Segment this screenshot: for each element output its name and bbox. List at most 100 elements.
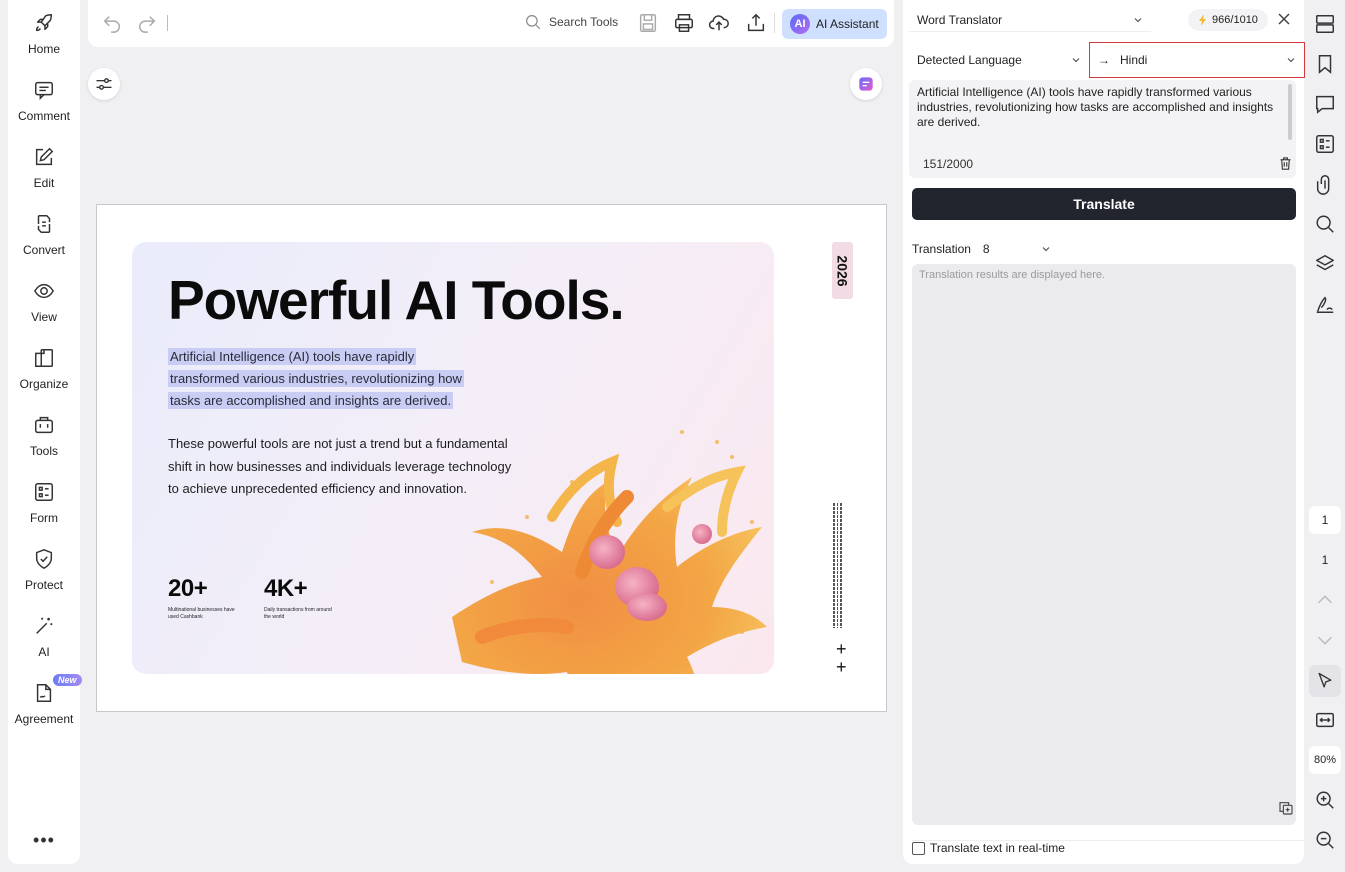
plus-mark: + xyxy=(836,657,847,677)
char-count: 151/2000 xyxy=(923,157,974,171)
language-row: Detected Language → Hindi xyxy=(909,42,1305,78)
sidebar-item-protect[interactable]: Protect xyxy=(8,536,80,598)
ai-chat-button[interactable] xyxy=(850,68,882,100)
ai-logo-icon: AI xyxy=(790,14,810,34)
ai-chat-icon xyxy=(859,77,873,91)
more-button[interactable]: ••• xyxy=(8,828,80,852)
select-tool-button[interactable] xyxy=(1309,665,1341,697)
search-tools-button[interactable]: Search Tools xyxy=(524,13,618,31)
year-label: 2026 xyxy=(834,254,851,287)
source-scrollbar[interactable] xyxy=(1288,84,1292,140)
sidebar-item-label: Protect xyxy=(24,578,63,592)
undo-icon[interactable] xyxy=(101,12,123,34)
source-language-select[interactable]: Detected Language xyxy=(909,44,1089,76)
share-icon[interactable] xyxy=(745,12,767,34)
trash-icon[interactable] xyxy=(1278,156,1293,171)
sidebar-item-label: Home xyxy=(27,42,60,56)
stat-businesses: 20+ Multinational businesses have used C… xyxy=(168,575,238,621)
sidebar-item-form[interactable]: Form xyxy=(8,469,80,531)
translator-tool-select[interactable]: Word Translator xyxy=(909,8,1151,32)
tool-select-value: Word Translator xyxy=(917,12,1003,27)
stat-description: Multinational businesses have used Cashb… xyxy=(168,607,235,620)
zoom-level[interactable]: 80% xyxy=(1309,746,1341,774)
thumbnails-icon[interactable] xyxy=(1314,13,1336,35)
organize-icon xyxy=(33,347,55,369)
shield-icon xyxy=(33,548,55,570)
search-icon xyxy=(524,13,542,31)
sidebar-item-home[interactable]: Home xyxy=(8,0,80,62)
current-page-input[interactable]: 1 xyxy=(1309,506,1341,534)
sidebar-item-comment[interactable]: Comment xyxy=(8,67,80,129)
arrow-right-icon: → xyxy=(1098,53,1110,67)
translator-panel: Word Translator 966/1010 Detected Langua… xyxy=(903,0,1305,864)
rocket-icon xyxy=(33,12,55,34)
vertical-fine-print xyxy=(833,503,845,628)
sidebar-item-agreement[interactable]: New Agreement xyxy=(8,670,82,732)
zoom-in-icon[interactable] xyxy=(1314,789,1336,811)
document-title: Powerful AI Tools. xyxy=(168,269,625,331)
chevron-down-icon xyxy=(1042,247,1050,252)
copy-icon[interactable] xyxy=(1278,800,1294,816)
sidebar-item-edit[interactable]: Edit xyxy=(8,134,80,196)
source-text-area[interactable]: Artificial Intelligence (AI) tools have … xyxy=(909,80,1296,178)
chevron-up-icon[interactable] xyxy=(1314,589,1336,611)
target-language-value: Hindi xyxy=(1120,53,1148,67)
save-icon[interactable] xyxy=(637,12,659,34)
left-sidebar: Home Comment Edit Convert View Organize xyxy=(8,0,82,864)
close-icon[interactable] xyxy=(1276,11,1292,27)
stat-transactions: 4K+ Daily transactions from around the w… xyxy=(264,575,334,621)
toolbar-divider xyxy=(774,13,775,33)
coral-illustration xyxy=(452,430,767,674)
result-placeholder: Translation results are displayed here. xyxy=(919,269,1106,281)
realtime-checkbox[interactable] xyxy=(912,841,925,855)
sidebar-item-tools[interactable]: Tools xyxy=(8,402,80,464)
signature-icon[interactable] xyxy=(1314,293,1336,315)
layers-icon[interactable] xyxy=(1314,253,1336,275)
realtime-label: Translate text in real-time xyxy=(930,841,1065,855)
sidebar-item-label: Edit xyxy=(33,176,55,190)
ai-assistant-button[interactable]: AI AI Assistant xyxy=(782,9,887,39)
comment-icon[interactable] xyxy=(1314,93,1336,115)
sidebar-item-view[interactable]: View xyxy=(8,268,80,330)
cloud-upload-icon[interactable] xyxy=(708,12,730,34)
sidebar-item-ai[interactable]: AI xyxy=(8,603,80,665)
highlighted-line: Artificial Intelligence (AI) tools have … xyxy=(168,348,417,365)
fit-page-icon[interactable] xyxy=(1314,709,1336,731)
sidebar-item-label: Convert xyxy=(22,243,66,257)
sidebar-item-organize[interactable]: Organize xyxy=(8,335,80,397)
search-icon[interactable] xyxy=(1314,213,1336,235)
translator-header: Word Translator 966/1010 xyxy=(903,0,1304,40)
magic-wand-icon xyxy=(33,615,55,637)
document-hero-card: Powerful AI Tools. Artificial Intelligen… xyxy=(132,242,774,674)
print-icon[interactable] xyxy=(673,12,695,34)
translation-option-select[interactable]: 8 xyxy=(979,240,1055,258)
translate-button[interactable]: Translate xyxy=(912,188,1296,220)
realtime-translate-row[interactable]: Translate text in real-time xyxy=(912,840,1304,855)
filter-settings-button[interactable] xyxy=(88,68,120,100)
total-pages: 1 xyxy=(1321,553,1329,567)
credits-badge[interactable]: 966/1010 xyxy=(1188,9,1268,31)
stat-value: 20+ xyxy=(168,575,208,602)
translation-options-row: Translation 8 xyxy=(912,240,1055,258)
sidebar-item-label: Form xyxy=(30,511,58,525)
redo-icon[interactable] xyxy=(136,12,158,34)
year-badge: 2026 xyxy=(832,242,853,299)
form-icon xyxy=(33,481,55,503)
translation-result-area[interactable]: Translation results are displayed here. xyxy=(912,264,1296,825)
chevron-down-icon[interactable] xyxy=(1314,629,1336,651)
zoom-out-icon[interactable] xyxy=(1314,829,1336,851)
new-badge: New xyxy=(53,674,82,686)
toolbox-icon xyxy=(33,414,55,436)
stat-value: 4K+ xyxy=(264,575,308,602)
sidebar-item-convert[interactable]: Convert xyxy=(8,201,80,263)
document-page[interactable]: Powerful AI Tools. Artificial Intelligen… xyxy=(96,204,887,712)
bookmark-icon[interactable] xyxy=(1314,53,1336,75)
form-fields-icon[interactable] xyxy=(1314,133,1336,155)
plus-mark: + xyxy=(836,639,847,659)
highlighted-line: tasks are accomplished and insights are … xyxy=(168,392,454,409)
top-toolbar: Search Tools AI AI Assistant xyxy=(88,0,894,47)
target-language-select[interactable]: → Hindi xyxy=(1089,42,1305,78)
attachment-icon[interactable] xyxy=(1314,173,1336,195)
source-language-value: Detected Language xyxy=(917,53,1022,67)
chevron-down-icon xyxy=(1287,58,1295,63)
